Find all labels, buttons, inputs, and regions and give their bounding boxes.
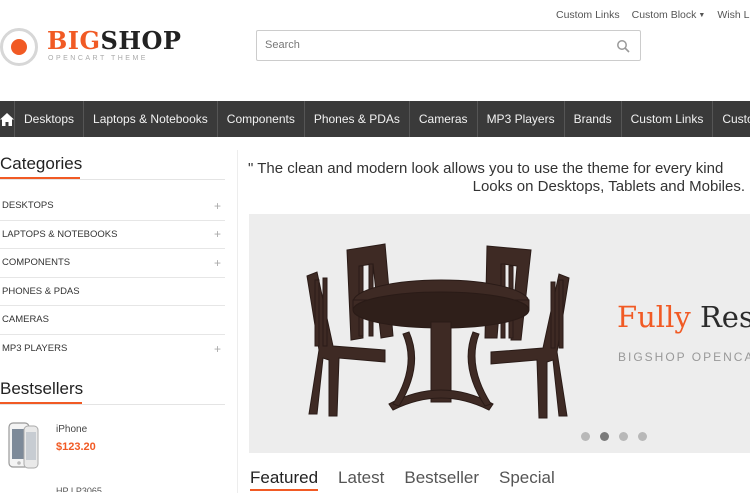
- product-price: $123.20: [56, 441, 96, 453]
- product-tabs: Featured Latest Bestseller Special: [250, 468, 555, 491]
- slider-dot-4[interactable]: [638, 432, 647, 441]
- search-box: [256, 30, 641, 61]
- tab-latest[interactable]: Latest: [338, 468, 384, 491]
- plus-icon[interactable]: +: [214, 342, 221, 356]
- slider-dot-3[interactable]: [619, 432, 628, 441]
- slider-pagination: [581, 432, 647, 441]
- bestsellers-heading: Bestsellers: [0, 379, 84, 398]
- bestseller-product[interactable]: iPhone $123.20: [4, 418, 224, 470]
- tab-featured[interactable]: Featured: [250, 468, 319, 491]
- plus-icon[interactable]: +: [214, 256, 221, 270]
- top-links: Custom Links Custom Block ▼ Wish Li: [556, 8, 750, 22]
- nav-item-brands[interactable]: Brands: [563, 101, 621, 137]
- nav-item-custom[interactable]: Custom: [712, 101, 750, 137]
- top-link-custom-block-label: Custom Block: [631, 9, 697, 21]
- nav-item-laptops[interactable]: Laptops & Notebooks: [83, 101, 217, 137]
- logo-mark-icon: [0, 28, 38, 66]
- category-item-desktops[interactable]: DESKTOPS +: [0, 192, 225, 221]
- nav-item-custom-links[interactable]: Custom Links: [620, 101, 713, 137]
- category-label: COMPONENTS: [2, 257, 71, 269]
- chevron-down-icon: ▼: [698, 11, 706, 19]
- iphone-product-image[interactable]: [8, 422, 40, 470]
- banner-title-main: Resp: [699, 300, 750, 334]
- slider-dot-2[interactable]: [600, 432, 609, 441]
- category-label: PHONES & PDAS: [2, 285, 80, 297]
- nav-item-phones[interactable]: Phones & PDAs: [303, 101, 409, 137]
- bestsellers-divider: [0, 404, 225, 405]
- nav-item-mp3[interactable]: MP3 Players: [476, 101, 564, 137]
- logo-wordmark: BIGSHOP: [47, 26, 181, 55]
- category-label: LAPTOPS & NOTEBOOKS: [2, 228, 118, 240]
- banner-subtitle: BIGSHOP OPENCA: [618, 350, 750, 364]
- home-icon[interactable]: [0, 101, 14, 137]
- logo-word-main: SHOP: [100, 26, 182, 55]
- nav-item-cameras[interactable]: Cameras: [408, 101, 477, 137]
- logo-tagline: OPENCART THEME: [48, 55, 148, 62]
- nav-item-components[interactable]: Components: [216, 101, 304, 137]
- logo[interactable]: BIGSHOP OPENCART THEME: [0, 20, 181, 70]
- banner-title-accent: Fully: [617, 300, 691, 334]
- logo-word-accent: BIG: [47, 26, 101, 55]
- top-link-custom-block[interactable]: Custom Block ▼: [632, 8, 706, 22]
- category-item-components[interactable]: COMPONENTS +: [0, 249, 225, 278]
- tab-bestseller[interactable]: Bestseller: [404, 468, 479, 491]
- tab-special[interactable]: Special: [499, 468, 555, 491]
- category-label: DESKTOPS: [2, 200, 54, 212]
- bestsellers-heading-underline: [0, 402, 82, 404]
- product-name[interactable]: iPhone: [56, 424, 87, 435]
- category-list: DESKTOPS + LAPTOPS & NOTEBOOKS + COMPONENT…: [0, 192, 225, 363]
- search-input[interactable]: [265, 39, 605, 51]
- column-divider: [237, 150, 238, 493]
- category-item-laptops[interactable]: LAPTOPS & NOTEBOOKS +: [0, 221, 225, 249]
- plus-icon[interactable]: +: [214, 227, 221, 241]
- quote-line-1: " The clean and modern look allows you t…: [248, 160, 724, 177]
- categories-heading: Categories: [0, 154, 83, 173]
- categories-heading-underline: [0, 177, 80, 179]
- categories-divider: [0, 179, 225, 180]
- hero-slider[interactable]: Fully Resp BIGSHOP OPENCA: [249, 214, 750, 453]
- category-label: CAMERAS: [2, 314, 49, 326]
- nav-item-desktops[interactable]: Desktops: [14, 101, 83, 137]
- dining-set-image: [306, 243, 570, 419]
- main-nav: Desktops Laptops & Notebooks Components …: [0, 101, 750, 137]
- top-link-custom-links[interactable]: Custom Links: [556, 8, 620, 22]
- banner-title: Fully Resp: [617, 300, 750, 334]
- product-name-partial[interactable]: HP LP3065: [56, 486, 116, 492]
- category-item-mp3[interactable]: MP3 PLAYERS +: [0, 335, 225, 364]
- top-link-wish-list[interactable]: Wish Li: [717, 8, 750, 22]
- slider-dot-1[interactable]: [581, 432, 590, 441]
- category-item-phones[interactable]: PHONES & PDAS: [0, 278, 225, 306]
- quote-line-2: Looks on Desktops, Tablets and Mobiles.: [472, 178, 745, 195]
- theme-quote: " The clean and modern look allows you t…: [248, 160, 750, 196]
- plus-icon[interactable]: +: [214, 199, 221, 213]
- category-item-cameras[interactable]: CAMERAS: [0, 306, 225, 335]
- search-icon[interactable]: [616, 39, 630, 53]
- category-label: MP3 PLAYERS: [2, 343, 68, 355]
